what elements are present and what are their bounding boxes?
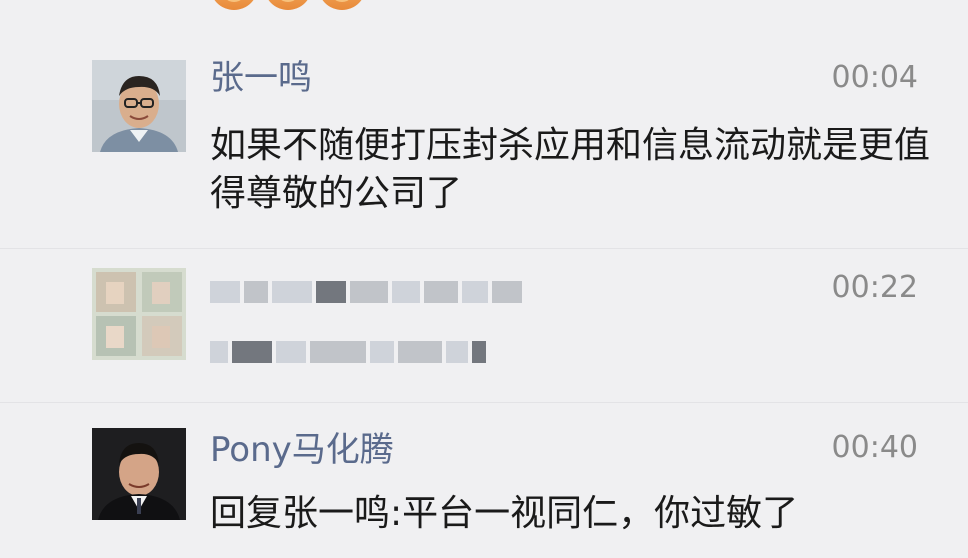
emoji-icon [318,0,366,10]
blurred-avatar-icon [92,268,186,360]
blurred-author [210,280,522,304]
person-photo-avatar-icon [92,428,186,520]
divider [0,402,968,403]
avatar[interactable] [92,268,186,360]
person-photo-avatar-icon [92,60,186,152]
reaction-emoji-strip [210,0,366,10]
divider [0,248,968,249]
emoji-icon [210,0,258,10]
comment-thread: 张一鸣 00:04 如果不随便打压封杀应用和信息流动就是更值得尊敬的公司了 00… [0,0,968,558]
blurred-comment-text [210,340,486,364]
avatar[interactable] [92,60,186,152]
comment-text: 回复张一鸣:平台一视同仁，你过敏了 [210,493,799,534]
comment-timestamp: 00:04 [831,60,918,95]
comment-author[interactable]: Pony马化腾 [210,430,394,470]
avatar[interactable] [92,428,186,520]
comment-timestamp: 00:22 [831,270,918,305]
comment-text: 如果不随便打压封杀应用和信息流动就是更值得尊敬的公司了 [210,125,931,214]
comment-timestamp: 00:40 [831,430,918,465]
comment-author[interactable]: 张一鸣 [210,58,312,98]
emoji-icon [264,0,312,10]
